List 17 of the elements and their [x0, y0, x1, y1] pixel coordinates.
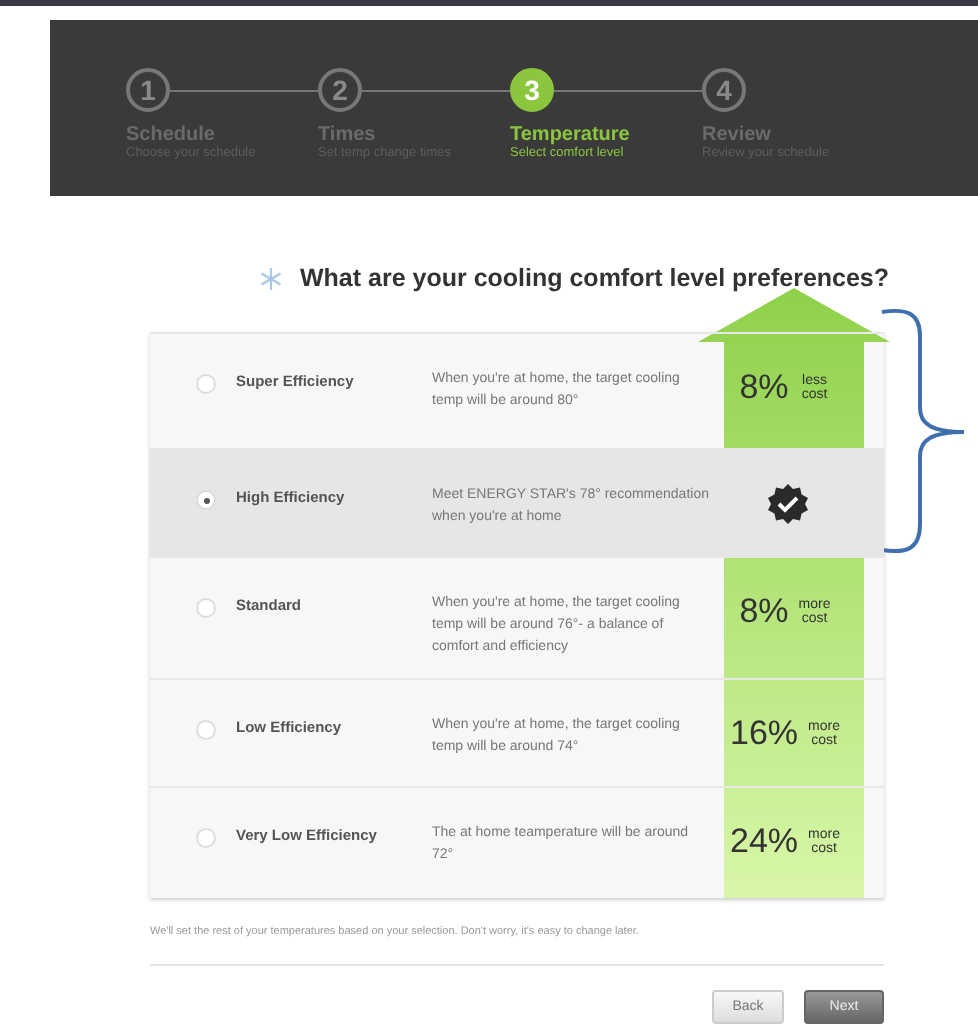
- snowflake-icon: [260, 267, 282, 289]
- radio-button[interactable]: [196, 490, 216, 510]
- question-heading: What are your cooling comfort level preferences?: [300, 264, 890, 292]
- step-number[interactable]: 2: [318, 68, 362, 112]
- cost-percent: 8%: [739, 368, 789, 408]
- cost-percent: 8%: [739, 592, 789, 632]
- radio-button[interactable]: [196, 598, 216, 618]
- radio-button[interactable]: [196, 828, 216, 848]
- radio-button[interactable]: [196, 720, 216, 740]
- cost-percent: 16%: [729, 714, 799, 754]
- step-title: Temperature: [510, 124, 632, 146]
- radio-button[interactable]: [196, 374, 216, 394]
- step-number[interactable]: 1: [126, 68, 170, 112]
- cost-percent: 24%: [729, 822, 799, 862]
- step-number[interactable]: 3: [510, 68, 554, 112]
- step-number[interactable]: 4: [702, 68, 746, 112]
- check-badge-icon: [768, 484, 808, 524]
